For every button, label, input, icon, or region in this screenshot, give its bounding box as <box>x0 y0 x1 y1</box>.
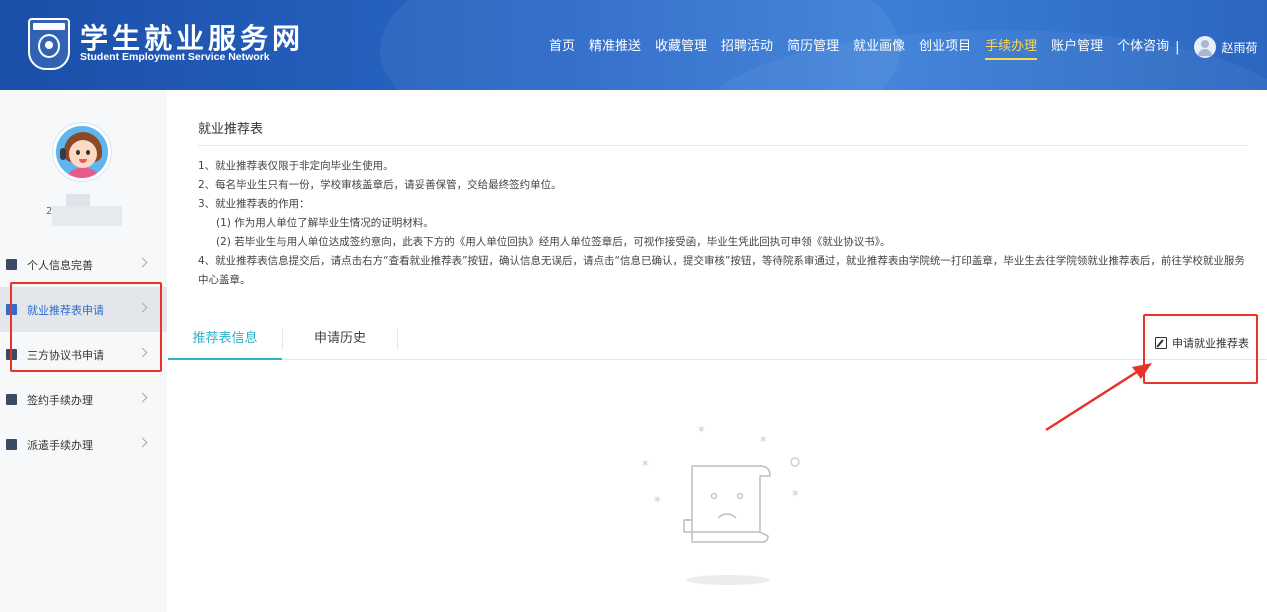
instruction-line: 4、就业推荐表信息提交后，请点击右方“查看就业推荐表”按钮，确认信息无误后，请点… <box>198 255 1245 286</box>
chevron-right-icon <box>137 437 148 448</box>
nav-favorites[interactable]: 收藏管理 <box>655 37 707 57</box>
sidebar-item-signing[interactable]: 签约手续办理 <box>0 377 167 422</box>
top-nav: 首页 精准推送 收藏管理 招聘活动 简历管理 就业画像 创业项目 手续办理 账户… <box>549 36 1258 60</box>
user-avatar-icon[interactable] <box>1193 36 1216 58</box>
grid-icon <box>6 394 17 405</box>
site-subtitle: Student Employment Service Network <box>80 51 270 63</box>
annotation-arrow-icon <box>1045 363 1152 432</box>
svg-text:*: * <box>654 495 661 510</box>
nav-procedures[interactable]: 手续办理 <box>985 37 1038 60</box>
tab-recommendation-info[interactable]: 推荐表信息 <box>168 322 282 360</box>
nav-divider: | <box>1175 39 1180 55</box>
nav-account[interactable]: 账户管理 <box>1051 37 1103 57</box>
page-title: 就业推荐表 <box>198 122 264 137</box>
instruction-line: 1、就业推荐表仅限于非定向毕业生使用。 <box>198 160 394 172</box>
nav-precise-push[interactable]: 精准推送 <box>589 37 641 57</box>
id-card-icon <box>6 439 17 450</box>
svg-text:*: * <box>642 459 649 474</box>
instruction-line: (2) 若毕业生与用人单位达成签约意向，此表下方的《用人单位回执》经用人单位签章… <box>216 236 891 248</box>
sidebar-item-label: 个人信息完善 <box>27 258 93 272</box>
user-name[interactable]: 赵雨荷 <box>1222 39 1258 56</box>
nav-resume[interactable]: 简历管理 <box>787 37 839 57</box>
annotation-highlight-box <box>1143 314 1258 384</box>
site-header: 学生就业服务网 Student Employment Service Netwo… <box>0 0 1267 90</box>
nav-recruitment[interactable]: 招聘活动 <box>721 37 773 57</box>
nav-profile-portrait[interactable]: 就业画像 <box>853 37 905 57</box>
tab-bar: 推荐表信息 申请历史 <box>168 322 1267 360</box>
divider <box>198 145 1247 146</box>
svg-text:*: * <box>760 435 767 450</box>
sidebar-item-personal-info[interactable]: 个人信息完善 <box>0 242 167 287</box>
instructions: 1、就业推荐表仅限于非定向毕业生使用。 2、每名毕业生只有一份，学校审核盖章后，… <box>198 157 1250 290</box>
profile-avatar[interactable] <box>53 123 111 181</box>
instruction-line: 2、每名毕业生只有一份，学校审核盖章后，请妥善保管，交给最终签约单位。 <box>198 179 562 191</box>
blurred-username <box>66 194 90 206</box>
nav-consultation[interactable]: 个体咨询 <box>1117 37 1169 57</box>
nav-home[interactable]: 首页 <box>549 37 575 57</box>
tab-application-history[interactable]: 申请历史 <box>282 328 398 350</box>
instruction-line: 3、就业推荐表的作用： <box>198 198 310 210</box>
blurred-user-id <box>52 206 122 226</box>
chevron-right-icon <box>137 257 148 268</box>
sidebar-item-label: 签约手续办理 <box>27 393 93 407</box>
nav-startup[interactable]: 创业项目 <box>919 37 971 57</box>
sidebar-item-dispatch[interactable]: 派遣手续办理 <box>0 422 167 467</box>
chevron-right-icon <box>137 392 148 403</box>
empty-state-illustration: * * * * * <box>642 425 800 585</box>
svg-text:*: * <box>792 489 799 504</box>
annotation-highlight-box <box>10 282 162 372</box>
user-id-partial: 2 <box>46 206 53 217</box>
users-icon <box>6 259 17 270</box>
university-emblem-icon[interactable] <box>28 18 70 70</box>
instruction-line: (1) 作为用人单位了解毕业生情况的证明材料。 <box>216 217 434 229</box>
svg-text:*: * <box>698 425 705 440</box>
sidebar-item-label: 派遣手续办理 <box>27 438 93 452</box>
